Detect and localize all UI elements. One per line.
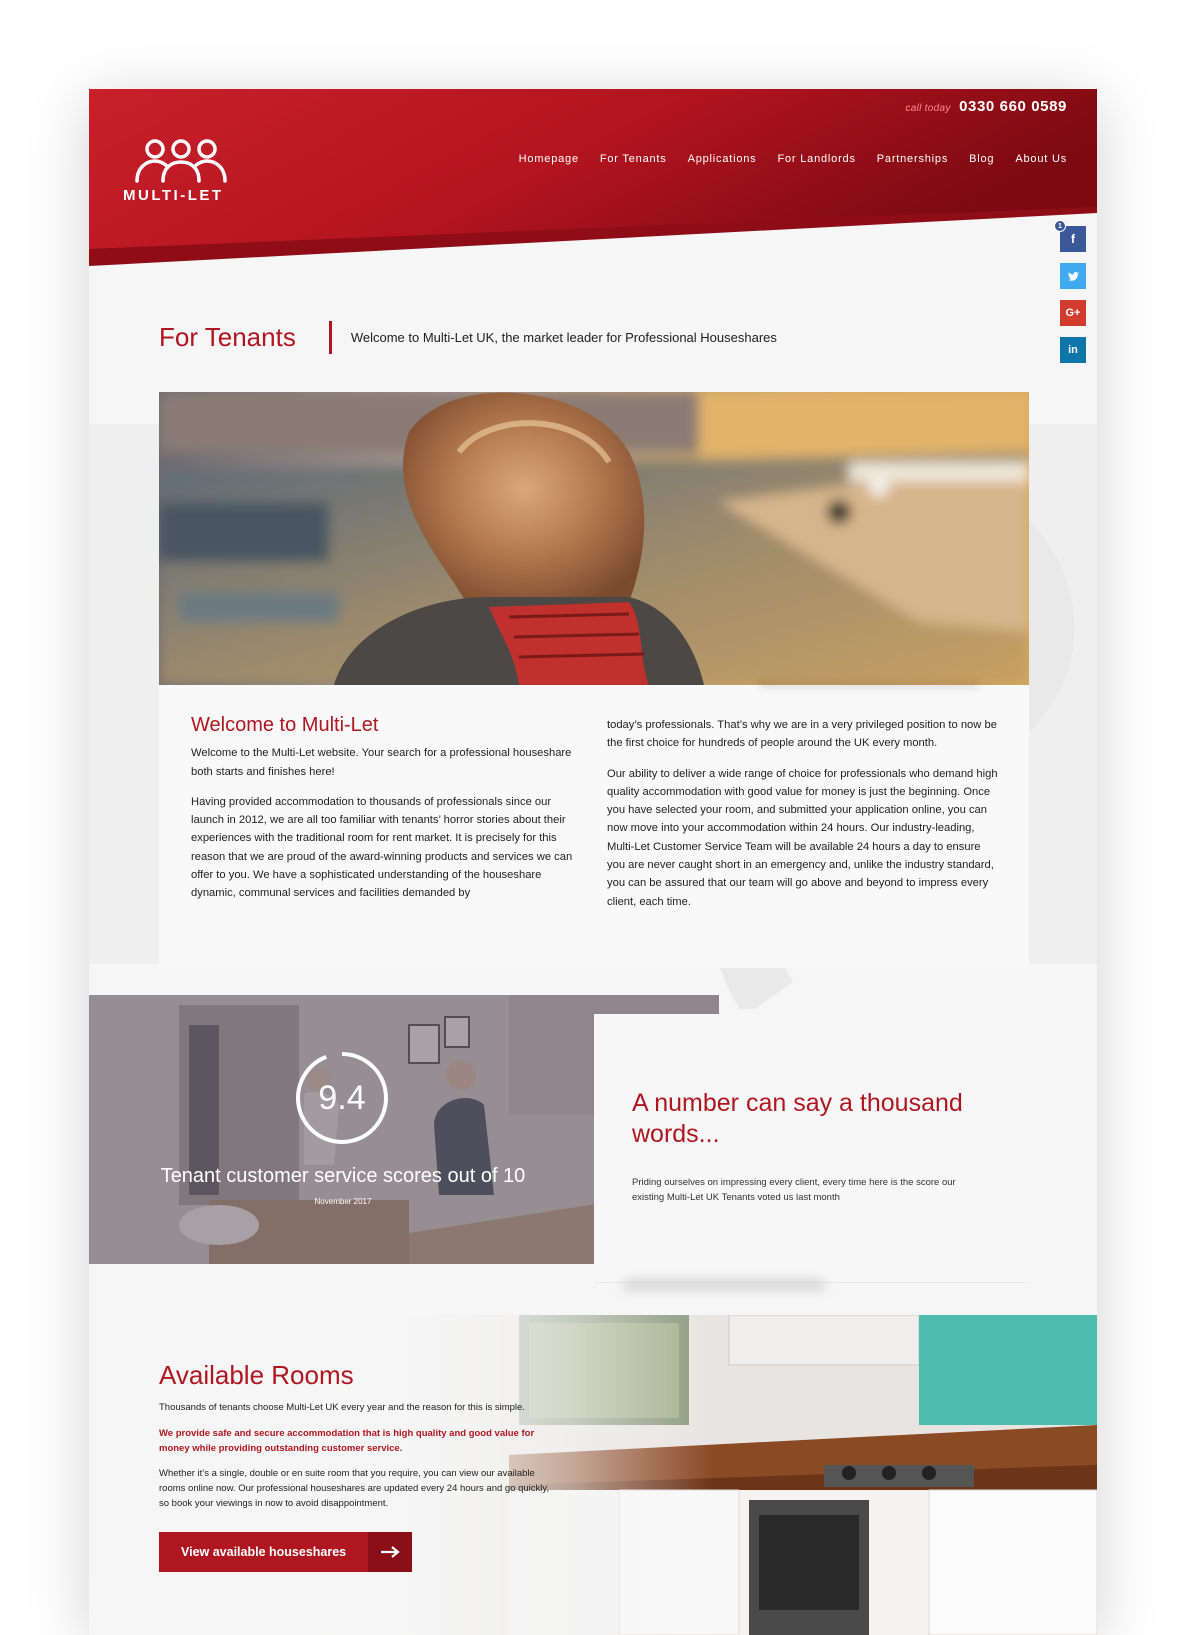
quote-text: Priding ourselves on impressing every cl… — [632, 1177, 956, 1203]
facebook-glyph: f — [1071, 232, 1075, 246]
page-frame: call today 0330 660 0589 MULTI-LET Homep… — [89, 89, 1097, 1635]
title-divider — [328, 320, 332, 354]
page-title: For Tenants — [159, 321, 296, 352]
welcome-heading: Welcome to Multi-Let — [191, 714, 379, 736]
rooms-details: Whether it’s a single, double or en suit… — [159, 1468, 550, 1509]
rooms-heading: Available Rooms — [159, 1360, 354, 1390]
facebook-icon[interactable]: 1 f — [1054, 220, 1086, 252]
welcome-ability: Our ability to deliver a wide range of c… — [607, 767, 998, 908]
people-logo-icon — [135, 139, 227, 183]
twitter-bird-icon — [1067, 271, 1079, 281]
welcome-continued: today’s professionals. That’s why we are… — [607, 719, 997, 750]
social-bar: 1 f G+ in — [1054, 220, 1086, 374]
nav-for-landlords[interactable]: For Landlords — [777, 153, 855, 165]
hero-image — [159, 392, 1029, 685]
logo-wordmark: MULTI-LET — [123, 187, 224, 204]
score-circle: 9.4 — [294, 1050, 390, 1146]
rooms-intro: Thousands of tenants choose Multi-Let UK… — [159, 1402, 525, 1413]
nav-about-us[interactable]: About Us — [1015, 153, 1067, 165]
linkedin-icon[interactable]: in — [1060, 337, 1086, 363]
phone-contact[interactable]: call today 0330 660 0589 — [905, 98, 1067, 116]
main-nav: Homepage For Tenants Applications For La… — [519, 153, 1067, 165]
twitter-icon[interactable] — [1060, 263, 1086, 289]
welcome-right-column: today’s professionals. That’s why we are… — [607, 716, 999, 923]
quote-heading: A number can say a thousand words... — [632, 1089, 963, 1148]
page-title-row: For Tenants Welcome to Multi-Let UK, the… — [159, 320, 777, 354]
welcome-left-column: Welcome to Multi-Let Welcome to the Mult… — [191, 714, 579, 915]
linkedin-glyph: in — [1068, 344, 1078, 356]
quote-card: A number can say a thousand words... Pri… — [594, 1014, 1029, 1282]
site-header: call today 0330 660 0589 MULTI-LET Homep… — [89, 89, 1097, 279]
nav-for-tenants[interactable]: For Tenants — [600, 153, 667, 165]
nav-applications[interactable]: Applications — [688, 153, 757, 165]
welcome-section: Welcome to Multi-Let Welcome to the Mult… — [159, 685, 1029, 968]
score-caption: Tenant customer service scores out of 10 — [160, 1165, 526, 1187]
score-value: 9.4 — [318, 1079, 366, 1117]
page-subtitle: Welcome to Multi-Let UK, the market lead… — [350, 329, 777, 345]
arrow-right-icon — [368, 1532, 412, 1572]
rooms-highlight: We provide safe and secure accommodation… — [159, 1428, 535, 1454]
nav-blog[interactable]: Blog — [969, 153, 994, 165]
nav-partnerships[interactable]: Partnerships — [877, 153, 948, 165]
woman-by-canal-image — [159, 392, 1029, 685]
score-date: November 2017 — [314, 1197, 372, 1206]
available-rooms-section: Available Rooms Thousands of tenants cho… — [89, 1315, 1097, 1635]
site-logo[interactable]: MULTI-LET — [123, 137, 243, 207]
share-count-badge: 1 — [1054, 220, 1066, 232]
view-houseshares-button[interactable]: View available houseshares — [159, 1532, 412, 1572]
google-plus-glyph: G+ — [1065, 307, 1081, 319]
phone-number[interactable]: 0330 660 0589 — [959, 98, 1067, 115]
google-plus-icon[interactable]: G+ — [1060, 300, 1086, 326]
view-houseshares-label: View available houseshares — [181, 1545, 347, 1559]
welcome-intro: Welcome to the Multi-Let website. Your s… — [191, 747, 572, 778]
nav-homepage[interactable]: Homepage — [519, 153, 579, 165]
welcome-history: Having provided accommodation to thousan… — [191, 795, 573, 900]
call-today-label: call today — [905, 103, 951, 114]
